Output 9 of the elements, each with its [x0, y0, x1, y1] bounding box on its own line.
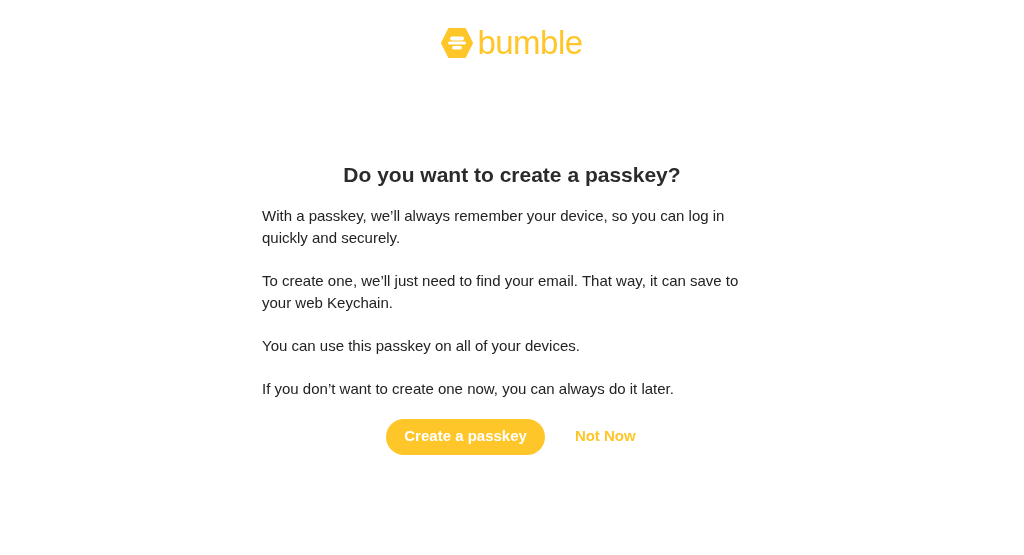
dialog-title: Do you want to create a passkey? — [342, 162, 682, 188]
logo-wordmark: bumble — [477, 26, 583, 59]
logo-icon — [441, 27, 474, 58]
not-now-button[interactable]: Not Now — [572, 418, 638, 455]
paragraph: With a passkey, we’ll always remember your device, so you can log in quickly and securely. — [262, 205, 726, 248]
paragraph: You can use this passkey on all of your devices. — [262, 335, 581, 356]
create-passkey-button[interactable]: Create a passkey — [386, 418, 545, 455]
paragraph: If you don’t want to create one now, you can always do it later. — [262, 378, 675, 399]
paragraph: To create one, we’ll just need to find your email. That way, it can save to your web Keychain. — [262, 270, 740, 313]
